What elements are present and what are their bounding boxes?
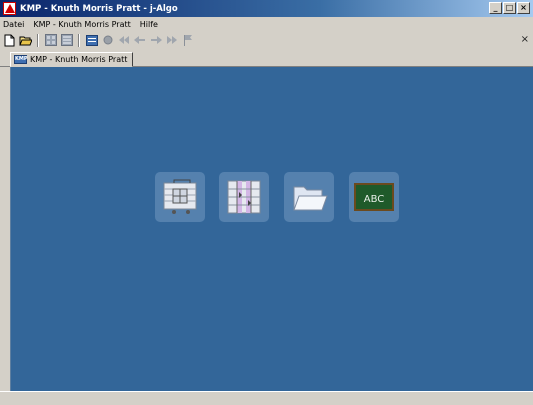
- tab-label: KMP - Knuth Morris Pratt: [30, 55, 128, 64]
- abc-board-label: ABC: [364, 194, 385, 205]
- flag-icon[interactable]: [181, 34, 194, 47]
- minimize-button[interactable]: _: [489, 2, 502, 14]
- workspace: ABC: [10, 67, 533, 391]
- phase-view-icon[interactable]: [219, 172, 269, 222]
- menu-datei[interactable]: Datei: [3, 20, 24, 29]
- new-file-icon[interactable]: [3, 34, 16, 47]
- toolbar-separator: [37, 33, 39, 47]
- title-bar: KMP - Knuth Morris Pratt - j-Algo _ □ ×: [0, 0, 533, 17]
- open-folder-icon[interactable]: [284, 172, 334, 222]
- menu-bar: Datei KMP - Knuth Morris Pratt Hilfe: [0, 17, 533, 31]
- open-folder-icon[interactable]: [19, 34, 32, 47]
- toolbar: ×: [0, 31, 533, 49]
- app-logo-icon[interactable]: [3, 2, 16, 15]
- grid-icon[interactable]: [60, 34, 73, 47]
- tab-strip: KMP KMP - Knuth Morris Pratt: [0, 49, 533, 67]
- pattern-editor-icon[interactable]: [155, 172, 205, 222]
- toolbar-close-icon[interactable]: ×: [521, 34, 529, 45]
- tab-kmp[interactable]: KMP KMP - Knuth Morris Pratt: [10, 52, 134, 67]
- kmp-icon: KMP: [14, 55, 28, 64]
- window-title: KMP - Knuth Morris Pratt - j-Algo: [20, 3, 178, 14]
- status-bar: [0, 391, 533, 405]
- rewind-icon[interactable]: [117, 34, 130, 47]
- window-controls: _ □ ×: [489, 2, 530, 14]
- abc-board-icon[interactable]: ABC: [349, 172, 399, 222]
- menu-hilfe[interactable]: Hilfe: [140, 20, 158, 29]
- step-back-icon[interactable]: [133, 34, 146, 47]
- step-forward-icon[interactable]: [149, 34, 162, 47]
- maximize-button[interactable]: □: [503, 2, 516, 14]
- toolbar-separator: [78, 33, 80, 47]
- menu-kmp[interactable]: KMP - Knuth Morris Pratt: [33, 20, 130, 29]
- grid-icon[interactable]: [44, 34, 57, 47]
- kmp-icon[interactable]: [85, 34, 98, 47]
- record-icon[interactable]: [101, 34, 114, 47]
- fast-forward-icon[interactable]: [165, 34, 178, 47]
- close-button[interactable]: ×: [517, 2, 530, 14]
